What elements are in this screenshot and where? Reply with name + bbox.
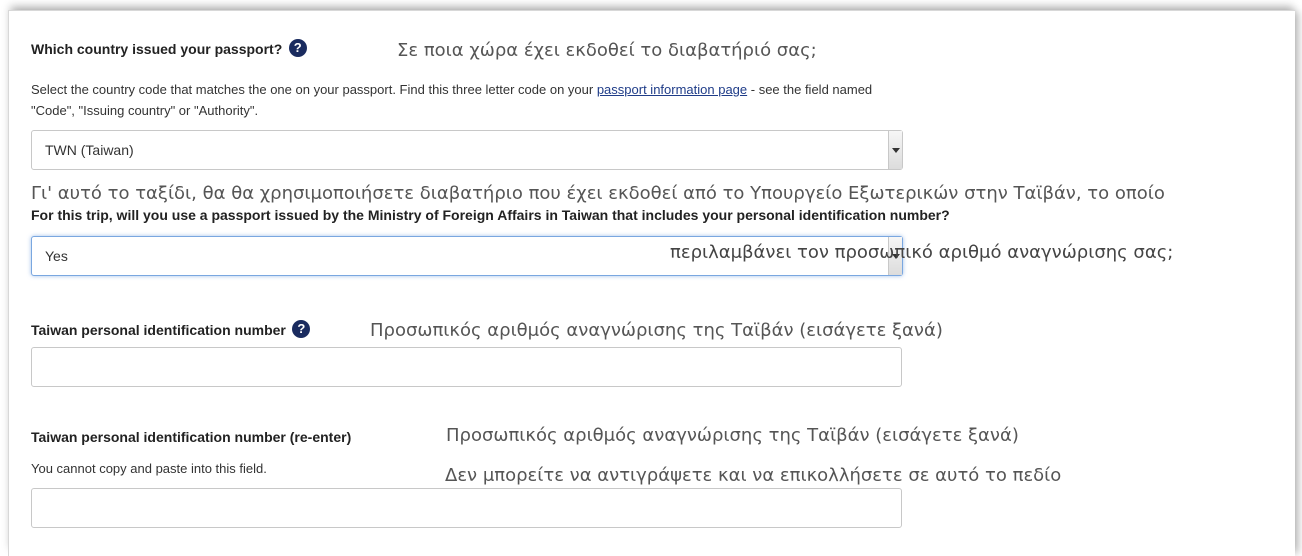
taiwan-id-input[interactable]	[31, 347, 902, 387]
chevron-down-icon[interactable]	[888, 131, 902, 169]
passport-country-label: Which country issued your passport?	[31, 41, 283, 57]
taiwan-id-reenter-translation: Προσωπικός αριθμός αναγνώρισης της Ταϊβά…	[446, 425, 1019, 446]
taiwan-id-translation: Προσωπικός αριθμός αναγνώρισης της Ταϊβά…	[370, 320, 943, 341]
passport-information-page-link[interactable]: passport information page	[597, 82, 747, 97]
form-panel: Which country issued your passport? ? Σε…	[8, 10, 1295, 556]
mofa-passport-selected-value: Yes	[45, 248, 68, 264]
passport-country-translation: Σε ποια χώρα έχει εκδοθεί το διαβατήριό …	[397, 40, 817, 61]
taiwan-id-reenter-help: You cannot copy and paste into this fiel…	[31, 461, 267, 476]
taiwan-id-label: Taiwan personal identification number	[31, 322, 286, 338]
help-icon[interactable]: ?	[288, 38, 307, 57]
passport-country-select[interactable]: TWN (Taiwan)	[31, 130, 903, 170]
taiwan-id-reenter-input[interactable]	[31, 488, 902, 528]
help-icon[interactable]: ?	[292, 319, 311, 338]
mofa-passport-label: For this trip, will you use a passport i…	[31, 207, 950, 223]
mofa-passport-translation-line1: Γι' αυτό το ταξίδι, θα θα χρησιμοποιήσετ…	[31, 183, 1165, 204]
taiwan-id-reenter-label: Taiwan personal identification number (r…	[31, 429, 352, 445]
passport-country-label-row: Which country issued your passport? ?	[31, 38, 307, 59]
taiwan-id-reenter-help-translation: Δεν μπορείτε να αντιγράψετε και να επικο…	[445, 465, 1062, 486]
passport-country-help-line2: "Code", "Issuing country" or "Authority"…	[31, 103, 259, 118]
help-text-part: - see the field named	[747, 82, 873, 97]
taiwan-id-label-row: Taiwan personal identification number ?	[31, 319, 311, 340]
mofa-passport-translation-line2: περιλαμβάνει τον προσωπικό αριθμό αναγνώ…	[670, 242, 1174, 263]
passport-country-selected-value: TWN (Taiwan)	[45, 142, 134, 158]
help-text-part: Select the country code that matches the…	[31, 82, 597, 97]
passport-country-help: Select the country code that matches the…	[31, 80, 872, 100]
